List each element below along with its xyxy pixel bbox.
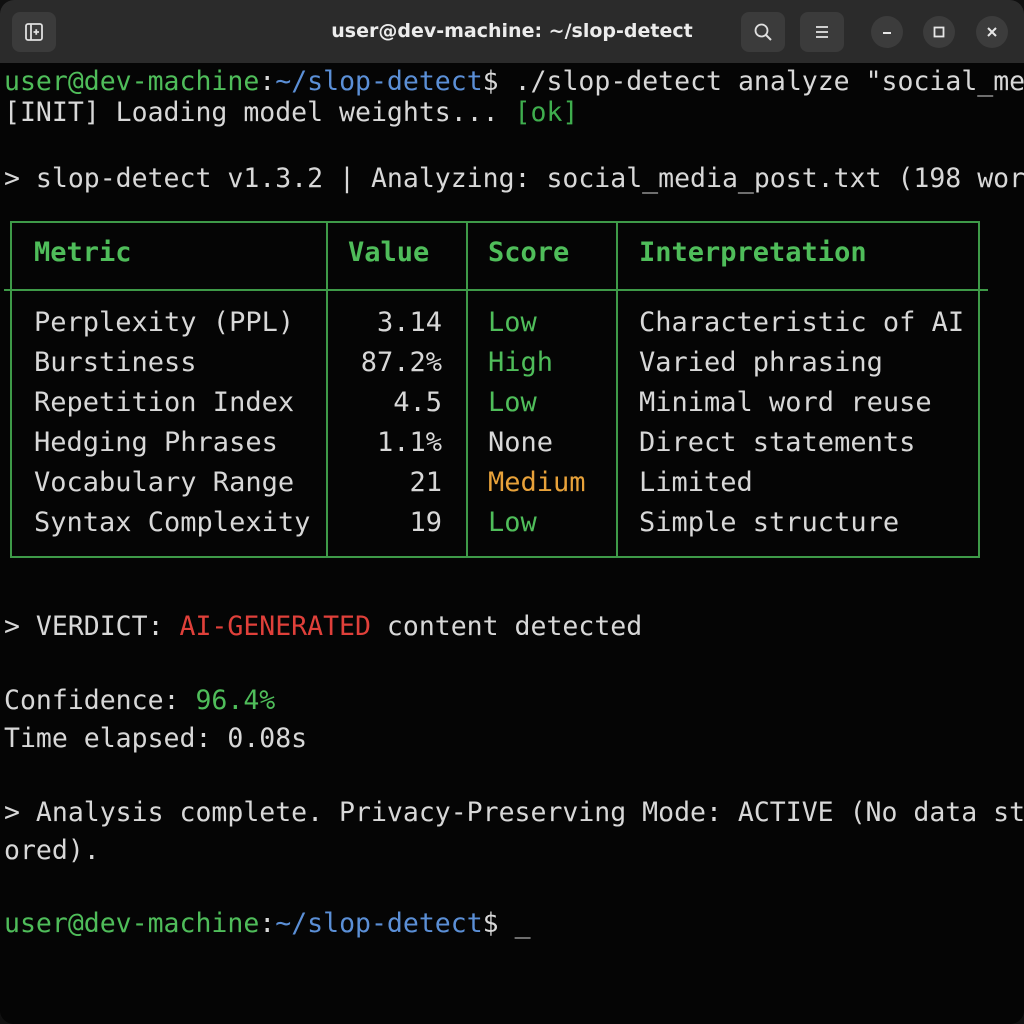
text-cursor: _ (514, 908, 531, 939)
prompt-path: ~/slop-detect (275, 66, 483, 97)
confidence-line: Confidence: 96.4% (4, 684, 275, 718)
score-cell: Low (488, 387, 537, 418)
close-button[interactable] (976, 16, 1008, 48)
score-cell: Medium (488, 467, 586, 498)
analysis-complete-line-wrap: ored). (4, 835, 100, 866)
maximize-button[interactable] (923, 16, 955, 48)
interpretation-cell: Limited (639, 467, 753, 498)
metric-cell: Repetition Index (34, 387, 295, 418)
column-divider (616, 223, 618, 556)
prompt-user-host: user@dev-machine (4, 908, 260, 939)
metric-cell: Perplexity (PPL) (34, 307, 295, 338)
minimize-icon (883, 32, 891, 34)
new-tab-button[interactable] (12, 12, 56, 52)
value-cell: 4.5 (393, 387, 442, 418)
time-elapsed-line: Time elapsed: 0.08s (4, 723, 308, 754)
metrics-table: Metric Value Score Interpretation Perple… (4, 221, 988, 558)
final-prompt-line[interactable]: user@dev-machine:~/slop-detect$ _ (4, 907, 531, 941)
verdict-prefix: > VERDICT: (4, 611, 180, 642)
interpretation-cell: Characteristic of AI (639, 307, 965, 338)
prompt-path: ~/slop-detect (275, 908, 483, 939)
header-interpretation: Interpretation (639, 237, 867, 268)
metric-cell: Burstiness (34, 347, 197, 378)
value-cell: 3.14 (376, 307, 442, 338)
hamburger-menu-icon (816, 26, 828, 38)
column-divider (466, 223, 468, 556)
terminal-window: user@dev-machine: ~/slop-detect user@dev… (0, 0, 1024, 1024)
title-bar[interactable]: user@dev-machine: ~/slop-detect (0, 0, 1024, 64)
new-tab-icon (25, 23, 43, 41)
metric-cell: Hedging Phrases (34, 427, 278, 458)
value-cell: 1.1% (376, 427, 442, 458)
init-ok-status: [ok] (514, 97, 579, 128)
prompt-colon: : (259, 908, 276, 939)
score-cell: Low (488, 307, 537, 338)
analysis-complete-line: > Analysis complete. Privacy-Preserving … (4, 797, 1024, 828)
interpretation-cell: Minimal word reuse (639, 387, 932, 418)
confidence-label: Confidence: (4, 685, 196, 716)
prompt-dollar: $ (482, 908, 499, 939)
search-button[interactable] (741, 12, 785, 52)
init-text: [INIT] Loading model weights... (4, 97, 515, 128)
menu-button[interactable] (800, 12, 844, 52)
prompt-user-host: user@dev-machine (4, 66, 260, 97)
prompt-colon: : (259, 66, 276, 97)
prompt-dollar: $ (482, 66, 499, 97)
header-metric: Metric (34, 237, 132, 268)
verdict-suffix: content detected (370, 611, 643, 642)
value-cell: 87.2% (360, 347, 442, 378)
close-icon (987, 27, 997, 37)
confidence-value: 96.4% (195, 685, 276, 716)
metric-cell: Vocabulary Range (34, 467, 295, 498)
header-value: Value (348, 237, 430, 268)
analysis-header: > slop-detect v1.3.2 | Analyzing: social… (4, 163, 1024, 194)
init-line: [INIT] Loading model weights... [ok] (4, 96, 578, 130)
header-separator (4, 289, 988, 291)
minimize-button[interactable] (871, 16, 903, 48)
maximize-icon (933, 26, 945, 38)
interpretation-cell: Simple structure (639, 507, 900, 538)
interpretation-cell: Direct statements (639, 427, 916, 458)
score-cell: Low (488, 507, 537, 538)
interpretation-cell: Varied phrasing (639, 347, 883, 378)
terminal-output[interactable]: user@dev-machine:~/slop-detect$ ./slop-d… (0, 63, 1024, 1024)
metric-cell: Syntax Complexity (34, 507, 311, 538)
command-text: ./slop-detect analyze "social_media_post… (514, 66, 1024, 97)
value-cell: 21 (409, 467, 442, 498)
score-cell: None (488, 427, 554, 458)
command-line: user@dev-machine:~/slop-detect$ ./slop-d… (4, 65, 1024, 99)
verdict-value: AI-GENERATED (179, 611, 371, 642)
header-score: Score (488, 237, 570, 268)
search-icon (754, 23, 772, 41)
verdict-line: > VERDICT: AI-GENERATED content detected (4, 610, 642, 644)
score-cell: High (488, 347, 554, 378)
value-cell: 19 (409, 507, 442, 538)
